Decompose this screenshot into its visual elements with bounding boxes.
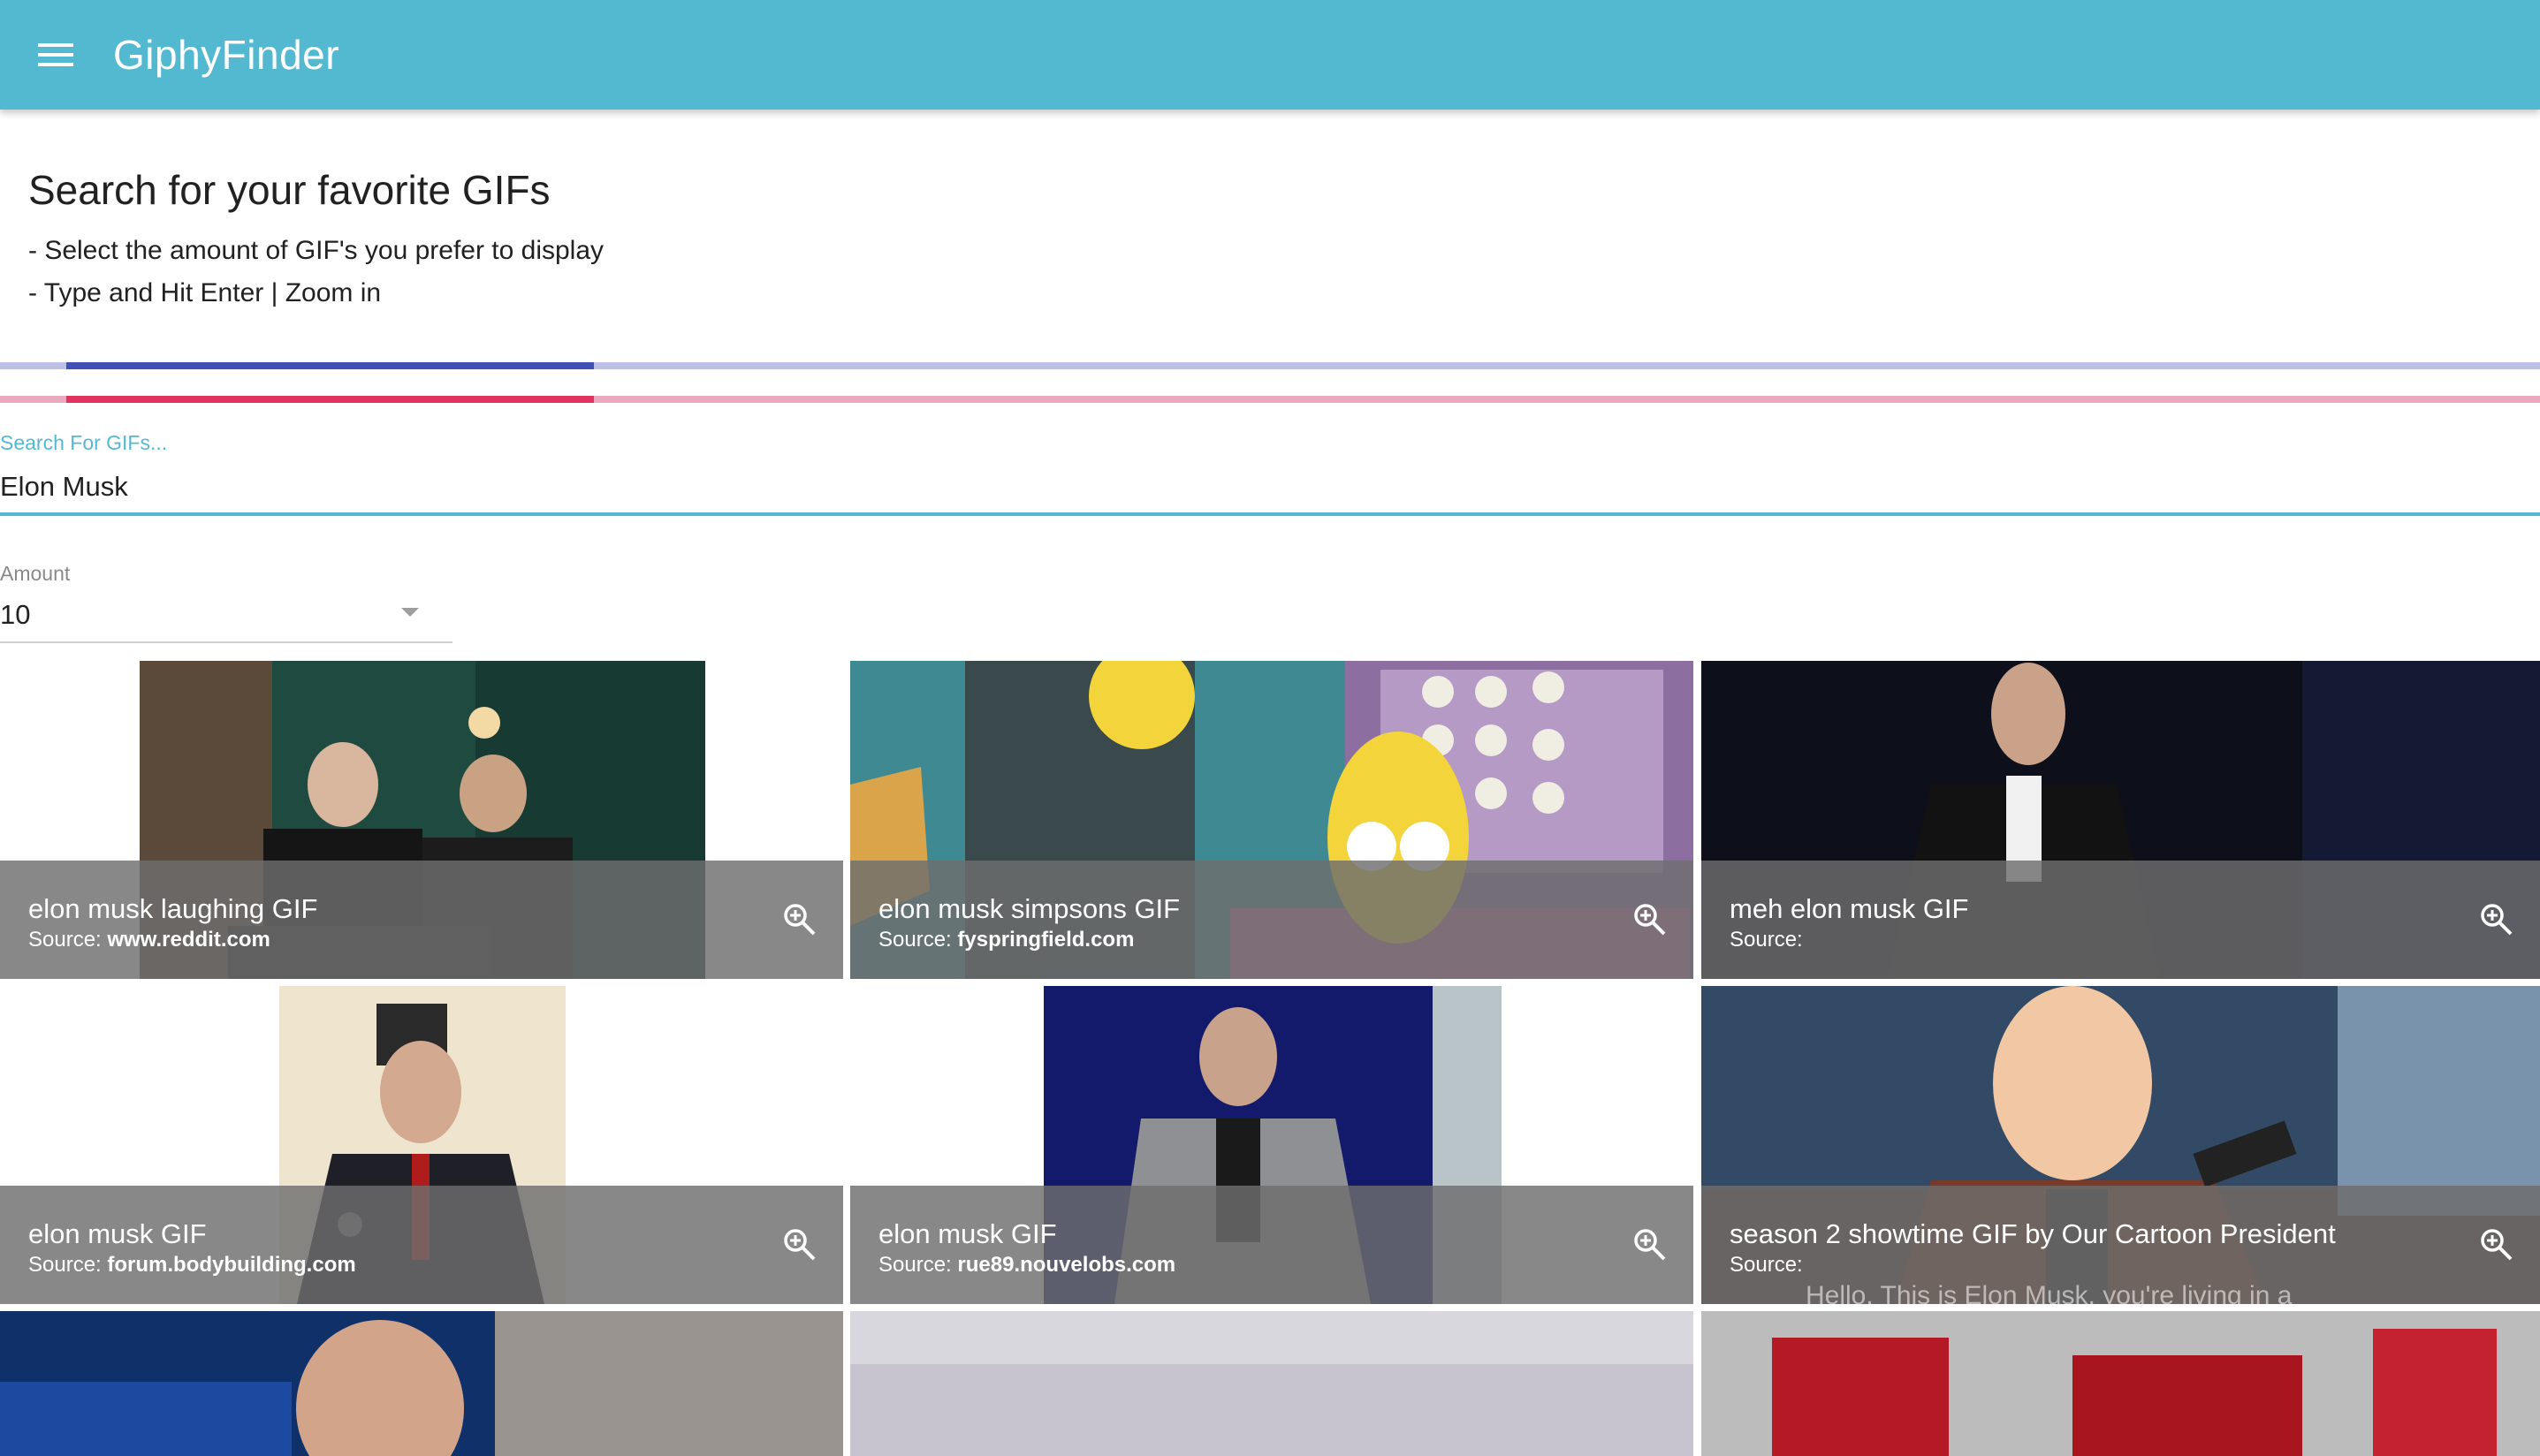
gif-title: elon musk GIF [28, 1218, 207, 1249]
app-title: GiphyFinder [113, 32, 340, 78]
gif-title: elon musk GIF [878, 1218, 1057, 1249]
amount-select[interactable]: Amount 10 [0, 562, 452, 645]
gif-subtitle-caption: Hello. This is Elon Musk, you're living … [1806, 1281, 2293, 1304]
gif-title: meh elon musk GIF [1730, 893, 1969, 924]
zoom-in-icon [1634, 1229, 1666, 1261]
intro-card: Search for your favorite GIFs - Select t… [0, 110, 2540, 362]
intro-heading: Search for your favorite GIFs [28, 167, 551, 213]
intro-line-amount: - Select the amount of GIF's you prefer … [28, 236, 605, 265]
gif-title: elon musk simpsons GIF [878, 893, 1181, 924]
search-underline [0, 512, 2540, 516]
gif-tile[interactable] [850, 1311, 1693, 1456]
gif-tile[interactable]: elon musk simpsons GIF Source: fyspringf… [850, 661, 1693, 979]
gif-source: Source: www.reddit.com [28, 928, 843, 952]
zoom-in-button[interactable] [778, 1223, 820, 1265]
gif-source: Source: forum.bodybuilding.com [28, 1253, 843, 1278]
zoom-in-icon [2481, 904, 2513, 936]
zoom-in-button[interactable] [1628, 898, 1670, 940]
gif-caption-bar: season 2 showtime GIF by Our Cartoon Pre… [1701, 1186, 2540, 1304]
gif-tile[interactable] [1701, 1311, 2540, 1456]
zoom-in-icon [784, 904, 816, 936]
gif-tile[interactable]: elon musk GIF Source: forum.bodybuilding… [0, 986, 843, 1304]
gif-caption-bar: meh elon musk GIF Source: [1701, 861, 2540, 979]
zoom-in-icon [1634, 904, 1666, 936]
source-label: Source: [1730, 1253, 1803, 1277]
zoom-in-icon [784, 1229, 816, 1261]
search-input[interactable] [0, 465, 2540, 509]
gif-tile[interactable]: season 2 showtime GIF by Our Cartoon Pre… [1701, 986, 2540, 1304]
search-field: Search For GIFs... [0, 431, 2540, 516]
source-label: Source: [878, 928, 952, 952]
amount-value: 10 [0, 599, 31, 630]
source-domain: rue89.nouvelobs.com [957, 1253, 1176, 1277]
gif-tile[interactable] [0, 1311, 843, 1456]
menu-icon [38, 43, 73, 66]
gif-source: Source: [1730, 1253, 2540, 1278]
menu-button[interactable] [25, 24, 87, 86]
zoom-in-icon [2481, 1229, 2513, 1261]
dropdown-arrow-icon[interactable] [401, 608, 419, 617]
gif-caption-bar: elon musk GIF Source: forum.bodybuilding… [0, 1186, 843, 1304]
gif-caption-bar: elon musk GIF Source: rue89.nouvelobs.co… [850, 1186, 1693, 1304]
gif-image [0, 1311, 843, 1456]
source-label: Source: [878, 1253, 952, 1277]
source-domain: fyspringfield.com [957, 928, 1135, 952]
gif-title: season 2 showtime GIF by Our Cartoon Pre… [1730, 1218, 2336, 1249]
gif-source: Source: rue89.nouvelobs.com [878, 1253, 1693, 1278]
source-label: Source: [1730, 928, 1803, 952]
amount-label: Amount [0, 562, 71, 585]
gif-tile[interactable]: elon musk laughing GIF Source: www.reddi… [0, 661, 843, 979]
amount-underline [0, 641, 452, 643]
zoom-in-button[interactable] [2475, 898, 2517, 940]
gif-image [850, 1311, 1693, 1456]
zoom-in-button[interactable] [1628, 1223, 1670, 1265]
app-bar: GiphyFinder [0, 0, 2540, 110]
source-domain: www.reddit.com [107, 928, 270, 952]
source-label: Source: [28, 928, 102, 952]
gif-source: Source: [1730, 928, 2540, 952]
gif-source: Source: fyspringfield.com [878, 928, 1693, 952]
gif-tile[interactable]: elon musk GIF Source: rue89.nouvelobs.co… [850, 986, 1693, 1304]
search-label: Search For GIFs... [0, 431, 168, 454]
zoom-in-button[interactable] [778, 898, 820, 940]
source-domain: forum.bodybuilding.com [107, 1253, 356, 1277]
zoom-in-button[interactable] [2475, 1223, 2517, 1265]
intro-line-search: - Type and Hit Enter | Zoom in [28, 278, 382, 307]
progress-bar-primary [0, 362, 2540, 369]
progress-bar-accent [0, 396, 2540, 403]
gif-caption-bar: elon musk simpsons GIF Source: fyspringf… [850, 861, 1693, 979]
gif-image [1701, 1311, 2540, 1456]
gif-tile[interactable]: meh elon musk GIF Source: [1701, 661, 2540, 979]
source-label: Source: [28, 1253, 102, 1277]
gif-grid: elon musk laughing GIF Source: www.reddi… [0, 661, 2540, 1456]
gif-caption-bar: elon musk laughing GIF Source: www.reddi… [0, 861, 843, 979]
gif-title: elon musk laughing GIF [28, 893, 318, 924]
